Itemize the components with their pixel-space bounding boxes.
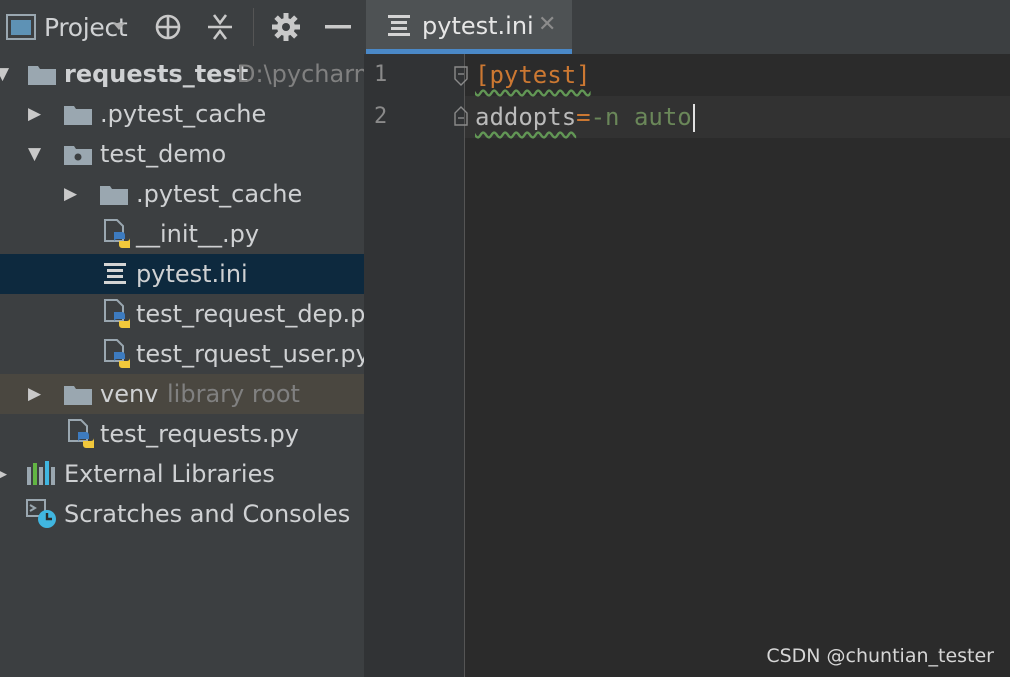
project-panel: Project ▼ requests_test D:\pycharm ▶ .py… xyxy=(0,0,364,677)
tree-item[interactable]: ▶ .pytest_cache xyxy=(0,174,364,214)
fold-end-marker-icon[interactable] xyxy=(454,106,468,126)
tree-item-selected[interactable]: pytest.ini xyxy=(0,254,364,294)
tree-item-label: Scratches and Consoles xyxy=(64,500,351,528)
ini-equals: = xyxy=(576,103,591,131)
tree-item-label: __init__.py xyxy=(136,220,260,248)
tree-item-label: test_rquest_user.py xyxy=(136,340,364,368)
ini-file-icon xyxy=(388,14,410,42)
expand-arrow-icon[interactable]: ▼ xyxy=(28,134,41,174)
ini-section: [pytest] xyxy=(475,61,591,89)
folder-icon xyxy=(100,174,128,214)
gutter-divider xyxy=(464,54,465,677)
tree-item-path: D:\pycharm xyxy=(237,60,364,88)
editor-gutter xyxy=(364,54,464,677)
editor-tab-bar: pytest.ini ✕ xyxy=(364,0,1010,54)
library-root-hint: library root xyxy=(167,380,300,408)
expand-arrow-icon[interactable]: ▼ xyxy=(0,54,9,94)
python-file-icon xyxy=(102,334,132,374)
locate-icon[interactable] xyxy=(153,8,183,46)
module-folder-icon xyxy=(28,54,56,94)
tree-item-label: test_requests.py xyxy=(100,420,299,448)
line-number: 2 xyxy=(374,104,388,129)
minimize-icon[interactable] xyxy=(325,8,351,46)
text-caret xyxy=(692,104,695,132)
ini-file-icon xyxy=(104,254,126,294)
code-editor[interactable]: 1 2 [pytest] addopts=-n auto CSDN @chunt… xyxy=(364,54,1010,677)
package-folder-icon xyxy=(64,134,92,174)
project-tree: ▼ requests_test D:\pycharm ▶ .pytest_cac… xyxy=(0,54,364,534)
project-window-icon xyxy=(6,8,36,46)
expand-arrow-icon[interactable]: ▶ xyxy=(64,174,77,214)
tab-pytest-ini[interactable]: pytest.ini ✕ xyxy=(366,0,572,54)
tree-item-root[interactable]: ▼ requests_test D:\pycharm xyxy=(0,54,364,94)
dropdown-arrow-icon[interactable] xyxy=(112,8,126,46)
tree-item-label: pytest.ini xyxy=(136,260,248,288)
expand-arrow-icon[interactable]: ▶ xyxy=(28,94,41,134)
tree-item-label: .pytest_cache xyxy=(100,100,267,128)
tree-item-label: test_demo xyxy=(100,140,227,168)
python-file-icon xyxy=(102,214,132,254)
expand-arrow-icon[interactable]: ▶ xyxy=(0,454,7,494)
tree-item-label: External Libraries xyxy=(64,460,275,488)
tree-item[interactable]: test_requests.py xyxy=(0,414,364,454)
line-number: 1 xyxy=(374,62,388,87)
tree-item[interactable]: ▼ test_demo xyxy=(0,134,364,174)
scratches-icon xyxy=(26,494,58,534)
code-line: addopts=-n auto xyxy=(475,96,695,138)
tree-item[interactable]: Scratches and Consoles xyxy=(0,494,364,534)
tree-item[interactable]: ▶ External Libraries xyxy=(0,454,364,494)
tree-item[interactable]: ▶ venv library root xyxy=(0,374,364,414)
folder-icon xyxy=(64,374,92,414)
tree-item[interactable]: __init__.py xyxy=(0,214,364,254)
tree-item-label: .pytest_cache xyxy=(136,180,303,208)
folder-icon xyxy=(64,94,92,134)
ini-key: addopts xyxy=(475,103,577,131)
close-icon[interactable]: ✕ xyxy=(538,0,556,50)
expand-arrow-icon[interactable]: ▶ xyxy=(28,374,41,414)
tree-item-label: requests_test xyxy=(64,60,249,88)
code-line: [pytest] xyxy=(475,54,591,96)
tree-item[interactable]: ▶ .pytest_cache xyxy=(0,94,364,134)
tab-label: pytest.ini xyxy=(422,12,534,40)
tree-item-label: test_request_dep.py xyxy=(136,300,364,328)
fold-marker-icon[interactable] xyxy=(454,66,468,86)
watermark: CSDN @chuntian_tester xyxy=(766,645,994,667)
tree-item[interactable]: test_request_dep.py xyxy=(0,294,364,334)
libraries-icon xyxy=(26,454,56,494)
tree-item-label: venv xyxy=(100,380,159,408)
project-toolbar: Project xyxy=(0,0,364,54)
python-file-icon xyxy=(102,294,132,334)
collapse-all-icon[interactable] xyxy=(206,8,234,46)
ini-value: -n auto xyxy=(590,103,692,131)
python-file-icon xyxy=(66,414,96,454)
tree-item[interactable]: test_rquest_user.py xyxy=(0,334,364,374)
gear-icon[interactable] xyxy=(271,8,301,46)
toolbar-separator xyxy=(253,8,254,46)
